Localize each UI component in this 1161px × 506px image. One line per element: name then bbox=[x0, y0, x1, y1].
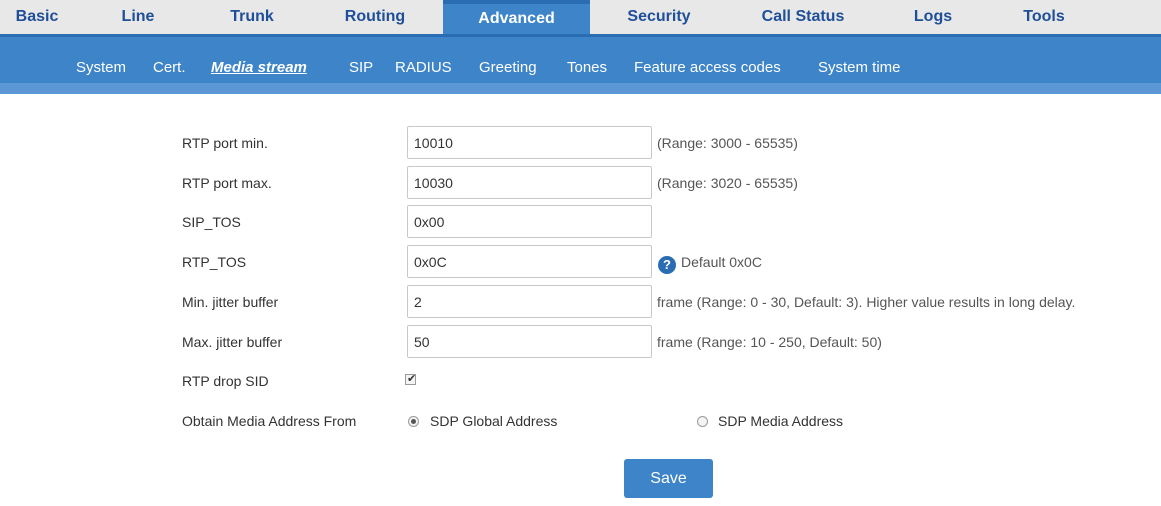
rtp-tos-input[interactable] bbox=[407, 245, 652, 278]
tab-tools[interactable]: Tools bbox=[1005, 0, 1083, 37]
tab-advanced[interactable]: Advanced bbox=[443, 0, 590, 37]
subtab-cert[interactable]: Cert. bbox=[153, 59, 186, 76]
tab-trunk[interactable]: Trunk bbox=[212, 0, 292, 37]
media-address-label: Obtain Media Address From bbox=[182, 413, 357, 429]
rtp-port-min-input[interactable] bbox=[407, 126, 652, 159]
max-jitter-buffer-hint: frame (Range: 10 - 250, Default: 50) bbox=[657, 334, 882, 350]
sdp-media-address-label[interactable]: SDP Media Address bbox=[718, 413, 843, 429]
tab-security[interactable]: Security bbox=[612, 0, 706, 37]
checkmark-icon: ✔ bbox=[407, 373, 417, 385]
sdp-media-address-radio[interactable] bbox=[697, 416, 708, 427]
subtab-greeting[interactable]: Greeting bbox=[479, 59, 537, 76]
subtab-media-stream[interactable]: Media stream bbox=[211, 59, 307, 76]
subtab-sip[interactable]: SIP bbox=[349, 59, 373, 76]
subtab-tones[interactable]: Tones bbox=[567, 59, 607, 76]
rtp-drop-sid-checkbox[interactable]: ✔ bbox=[405, 373, 417, 385]
sip-tos-label: SIP_TOS bbox=[182, 214, 241, 230]
max-jitter-buffer-input[interactable] bbox=[407, 325, 652, 358]
rtp-tos-hint: Default 0x0C bbox=[681, 254, 762, 270]
subtab-feature-access-codes[interactable]: Feature access codes bbox=[634, 59, 781, 76]
sip-tos-input[interactable] bbox=[407, 205, 652, 238]
tab-line[interactable]: Line bbox=[108, 0, 168, 37]
subtab-system-time[interactable]: System time bbox=[818, 59, 901, 76]
sdp-global-address-radio[interactable] bbox=[408, 416, 419, 427]
sub-nav: System Cert. Media stream SIP RADIUS Gre… bbox=[0, 37, 1161, 94]
tab-call-status[interactable]: Call Status bbox=[745, 0, 861, 37]
rtp-port-min-hint: (Range: 3000 - 65535) bbox=[657, 135, 798, 151]
tab-basic[interactable]: Basic bbox=[0, 0, 74, 37]
subtab-radius[interactable]: RADIUS bbox=[395, 59, 452, 76]
min-jitter-buffer-input[interactable] bbox=[407, 285, 652, 318]
save-button[interactable]: Save bbox=[624, 459, 713, 498]
sdp-global-address-label[interactable]: SDP Global Address bbox=[430, 413, 557, 429]
rtp-port-max-label: RTP port max. bbox=[182, 175, 272, 191]
rtp-port-max-hint: (Range: 3020 - 65535) bbox=[657, 175, 798, 191]
max-jitter-buffer-label: Max. jitter buffer bbox=[182, 334, 283, 350]
rtp-tos-label: RTP_TOS bbox=[182, 254, 247, 270]
min-jitter-buffer-hint: frame (Range: 0 - 30, Default: 3). Highe… bbox=[657, 294, 1076, 310]
top-nav: Basic Line Trunk Routing Advanced Securi… bbox=[0, 0, 1161, 37]
min-jitter-buffer-label: Min. jitter buffer bbox=[182, 294, 279, 310]
tab-routing[interactable]: Routing bbox=[330, 0, 420, 37]
rtp-port-min-label: RTP port min. bbox=[182, 135, 268, 151]
subtab-system[interactable]: System bbox=[76, 59, 126, 76]
sub-nav-band bbox=[0, 83, 1161, 94]
question-circle-icon[interactable]: ? bbox=[658, 256, 676, 274]
tab-logs[interactable]: Logs bbox=[898, 0, 968, 37]
rtp-port-max-input[interactable] bbox=[407, 166, 652, 199]
radio-selected-dot bbox=[411, 419, 416, 424]
rtp-drop-sid-label: RTP drop SID bbox=[182, 373, 269, 389]
